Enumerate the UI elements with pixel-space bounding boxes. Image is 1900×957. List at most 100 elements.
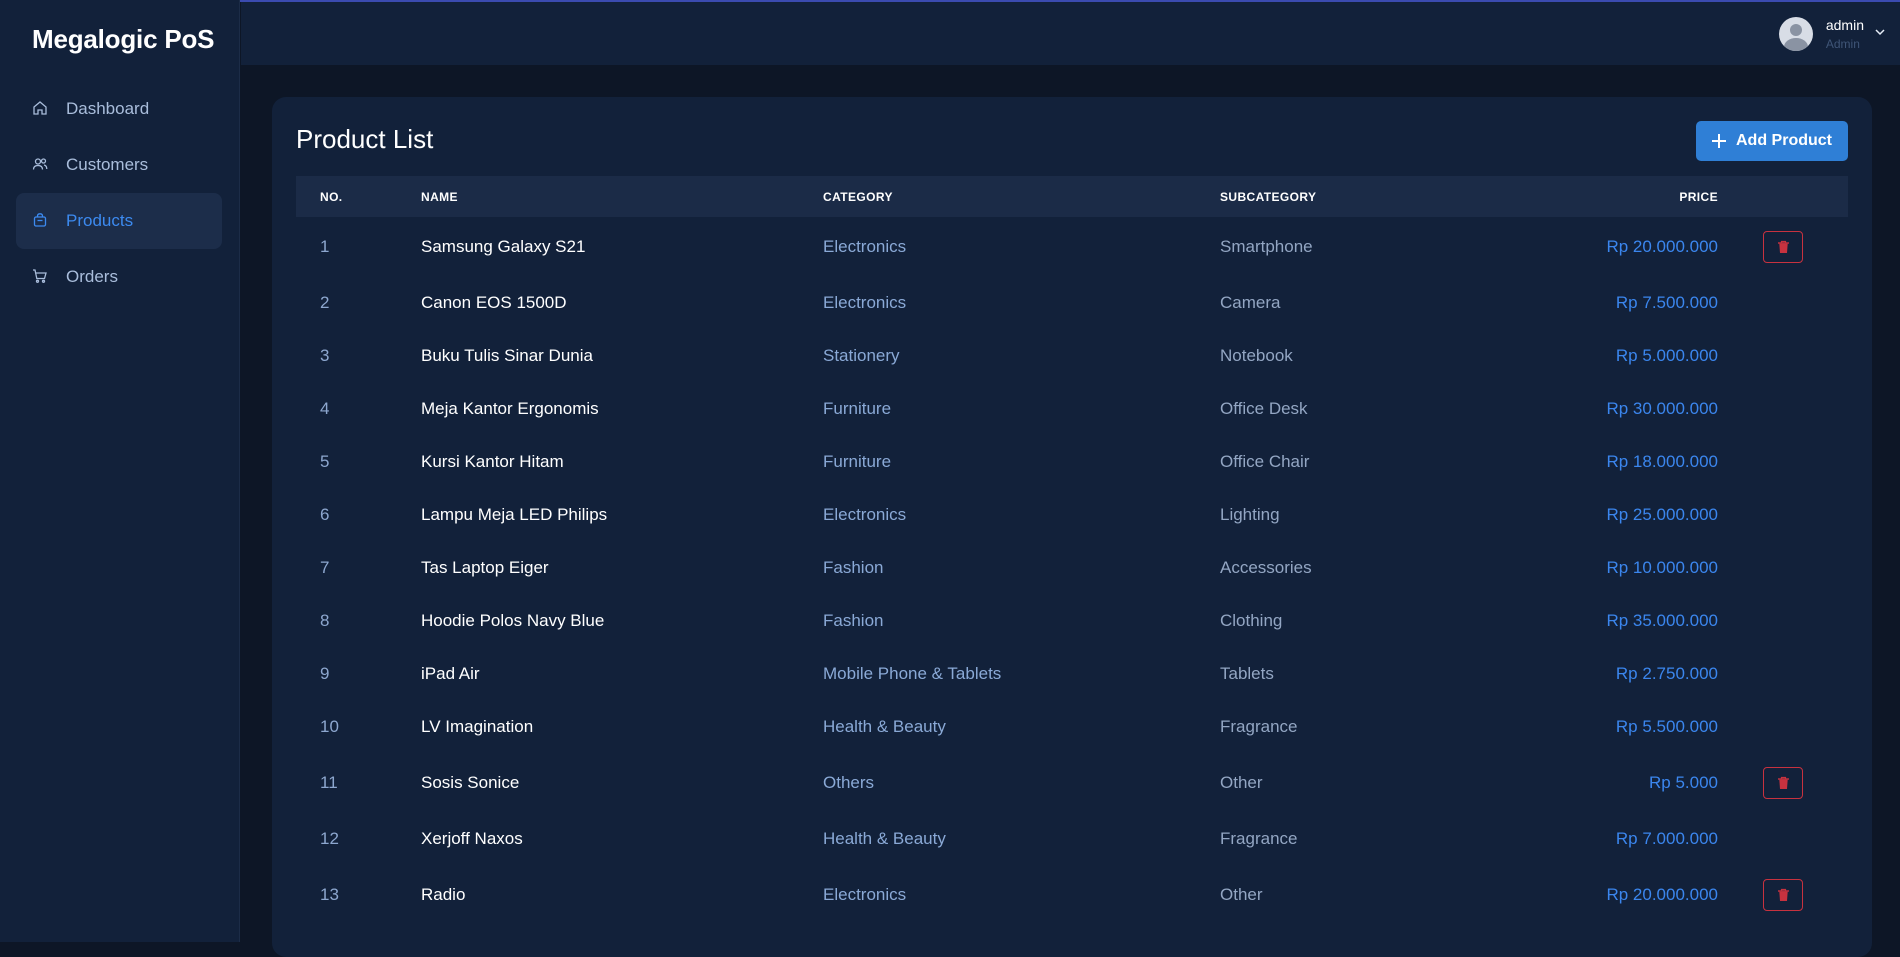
sidebar: Megalogic PoS Dashboard Customers Produc… — [0, 0, 240, 942]
cell-no: 1 — [320, 236, 330, 256]
cell-price: Rp 30.000.000 — [1606, 398, 1718, 418]
sidebar-item-products[interactable]: Products — [16, 193, 222, 249]
cell-no: 5 — [320, 451, 330, 471]
table-row[interactable]: 6 Lampu Meja LED Philips Electronics Lighti… — [296, 488, 1848, 541]
cell-name: Samsung Galaxy S21 — [421, 236, 586, 256]
cart-icon — [32, 268, 50, 286]
user-name: admin — [1825, 17, 1864, 33]
cell-price: Rp 25.000.000 — [1606, 504, 1718, 524]
sidebar-item-label: Products — [66, 211, 134, 230]
trash-icon — [1777, 776, 1790, 790]
cell-actions — [1718, 753, 1848, 812]
cell-category: Electronics — [823, 292, 907, 312]
table-row[interactable]: 4 Meja Kantor Ergonomis Furniture Office De… — [296, 382, 1848, 435]
cell-actions — [1718, 217, 1848, 276]
cell-name: Lampu Meja LED Philips — [421, 504, 608, 524]
cell-subcategory: Other — [1220, 884, 1263, 904]
cell-no: 2 — [320, 292, 330, 312]
delete-button[interactable] — [1763, 230, 1803, 263]
cell-name: Sosis Sonice — [421, 772, 520, 792]
sidebar-item-dashboard[interactable]: Dashboard — [16, 81, 222, 137]
user-info: admin Admin — [1826, 16, 1864, 52]
cell-name: Tas Laptop Eiger — [421, 557, 549, 577]
cell-no: 9 — [320, 663, 330, 683]
cell-price: Rp 10.000.000 — [1606, 557, 1718, 577]
cell-category: Others — [823, 772, 875, 792]
table-row[interactable]: 8 Hoodie Polos Navy Blue Fashion Clothing Rp… — [296, 594, 1848, 647]
table-row[interactable]: 2 Canon EOS 1500D Electronics Camera Rp 7.50… — [296, 276, 1848, 329]
add-product-button[interactable]: Add Product — [1696, 121, 1848, 161]
sidebar-nav: Dashboard Customers Products Orders — [16, 81, 222, 305]
cell-no: 6 — [320, 504, 330, 524]
sidebar-item-customers[interactable]: Customers — [16, 137, 222, 193]
cell-category: Furniture — [823, 451, 892, 471]
column-header-category: CATEGORY — [823, 189, 893, 204]
cell-category: Electronics — [823, 884, 907, 904]
cell-price: Rp 7.000.000 — [1615, 828, 1718, 848]
user-menu[interactable]: admin Admin — [1778, 16, 1886, 52]
cell-price: Rp 2.750.000 — [1615, 663, 1718, 683]
cell-no: 11 — [320, 772, 338, 792]
sidebar-item-label: Orders — [66, 267, 118, 286]
column-header-actions — [1718, 176, 1848, 217]
table-row[interactable]: 3 Buku Tulis Sinar Dunia Stationery Noteboo… — [296, 329, 1848, 382]
sidebar-item-orders[interactable]: Orders — [16, 249, 222, 305]
cell-name: Meja Kantor Ergonomis — [421, 398, 599, 418]
cell-name: Hoodie Polos Navy Blue — [421, 610, 605, 630]
cell-category: Stationery — [823, 345, 900, 365]
table-row[interactable]: 9 iPad Air Mobile Phone & Tablets Tablets Rp… — [296, 647, 1848, 700]
cell-price: Rp 5.000.000 — [1615, 345, 1718, 365]
cell-name: Canon EOS 1500D — [421, 292, 567, 312]
user-role: Admin — [1825, 37, 1860, 51]
cell-category: Furniture — [823, 398, 892, 418]
sidebar-item-label: Dashboard — [66, 99, 150, 118]
product-table: NO. NAME CATEGORY SUBCATEGORY PRICE 1 Sam… — [296, 176, 1848, 924]
table-row[interactable]: 7 Tas Laptop Eiger Fashion Accessories Rp 10… — [296, 541, 1848, 594]
brand-logo-text[interactable]: Megalogic PoS — [32, 24, 215, 55]
table-row[interactable]: 1 Samsung Galaxy S21 Electronics Smartphone… — [296, 217, 1848, 276]
cell-actions — [1718, 812, 1848, 865]
chevron-down-icon[interactable] — [1874, 25, 1886, 43]
cell-name: LV Imagination — [421, 716, 534, 736]
delete-button[interactable] — [1763, 878, 1803, 911]
cell-subcategory: Tablets — [1220, 663, 1274, 683]
cell-subcategory: Other — [1220, 772, 1263, 792]
avatar — [1778, 17, 1813, 51]
cell-price: Rp 20.000.000 — [1606, 884, 1718, 904]
column-header-name: NAME — [421, 189, 458, 204]
cell-no: 3 — [320, 345, 330, 365]
cell-subcategory: Fragrance — [1220, 716, 1298, 736]
cell-name: Kursi Kantor Hitam — [421, 451, 564, 471]
cell-category: Mobile Phone & Tablets — [823, 663, 1002, 683]
column-header-price: PRICE — [1679, 189, 1718, 204]
cell-price: Rp 5.000 — [1649, 772, 1718, 792]
cell-actions — [1718, 488, 1848, 541]
table-row[interactable]: 13 Radio Electronics Other Rp 20.000.000 — [296, 865, 1848, 924]
sidebar-item-label: Customers — [66, 155, 149, 174]
plus-icon — [1710, 132, 1728, 150]
cell-category: Health & Beauty — [823, 828, 946, 848]
cell-subcategory: Accessories — [1220, 557, 1312, 577]
cell-actions — [1718, 594, 1848, 647]
users-icon — [32, 156, 50, 174]
delete-button[interactable] — [1763, 766, 1803, 799]
cell-subcategory: Fragrance — [1220, 828, 1298, 848]
cell-subcategory: Lighting — [1220, 504, 1280, 524]
cell-subcategory: Clothing — [1220, 610, 1283, 630]
cell-category: Fashion — [823, 557, 884, 577]
table-row[interactable]: 10 LV Imagination Health & Beauty Fragrance… — [296, 700, 1848, 753]
cell-category: Electronics — [823, 504, 907, 524]
table-row[interactable]: 5 Kursi Kantor Hitam Furniture Office Chair… — [296, 435, 1848, 488]
table-row[interactable]: 11 Sosis Sonice Others Other Rp 5.000 — [296, 753, 1848, 812]
top-header: admin Admin — [241, 2, 1900, 65]
trash-icon — [1777, 888, 1790, 902]
cell-category: Fashion — [823, 610, 884, 630]
table-row[interactable]: 12 Xerjoff Naxos Health & Beauty Fragrance R… — [296, 812, 1848, 865]
add-product-label: Add Product — [1736, 132, 1832, 149]
cell-no: 12 — [320, 828, 339, 848]
cell-no: 13 — [320, 884, 339, 904]
cell-actions — [1718, 865, 1848, 924]
cell-name: Buku Tulis Sinar Dunia — [421, 345, 593, 365]
cell-category: Electronics — [823, 236, 907, 256]
cell-name: Xerjoff Naxos — [421, 828, 523, 848]
